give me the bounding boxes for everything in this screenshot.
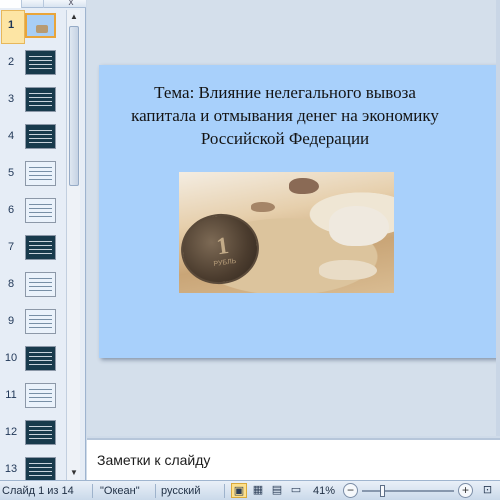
- reading-view-icon[interactable]: ▤: [269, 483, 285, 498]
- slide-thumbnail-number: 10: [4, 352, 18, 364]
- language-indicator[interactable]: русский: [161, 485, 200, 497]
- scrollbar-thumb[interactable]: [69, 26, 79, 186]
- zoom-slider-thumb[interactable]: [380, 485, 385, 497]
- slide-thumbnail-preview[interactable]: [25, 50, 56, 75]
- tab-outline[interactable]: [22, 0, 44, 8]
- tab-slides[interactable]: [0, 0, 22, 8]
- slide-thumbnails-pane: x 1 2 3 4 5 6 7 8 9 10 11 12 13 ▲ ▼: [0, 0, 86, 482]
- pebble: [289, 178, 319, 194]
- pebble: [329, 206, 389, 246]
- slide-thumbnail-preview[interactable]: [25, 272, 56, 297]
- slide-thumbnail-number: 2: [7, 56, 15, 68]
- mini-content: [29, 389, 52, 403]
- slide-thumbnail-number: 12: [4, 426, 18, 438]
- slide-thumbnail[interactable]: 1: [0, 10, 66, 44]
- slide-thumbnail[interactable]: 2: [0, 47, 66, 79]
- slide-title[interactable]: Тема: Влияние нелегального вывоза капита…: [127, 81, 443, 150]
- theme-name[interactable]: "Океан": [100, 485, 140, 497]
- thumbnail-scrollbar[interactable]: ▲ ▼: [66, 10, 80, 480]
- slide-thumbnail-number: 1: [7, 19, 15, 31]
- zoom-slider[interactable]: [362, 490, 454, 492]
- slide-thumbnail[interactable]: 7: [0, 232, 66, 264]
- status-divider: [155, 484, 156, 498]
- slide-area-scrollbar[interactable]: [496, 0, 500, 436]
- mini-content: [29, 352, 52, 366]
- slide-thumbnail-preview[interactable]: [25, 87, 56, 112]
- mini-photo: [36, 25, 48, 33]
- slide-counter: Слайд 1 из 14: [2, 485, 74, 497]
- status-divider: [92, 484, 93, 498]
- slide-editing-area: Тема: Влияние нелегального вывоза капита…: [87, 0, 500, 436]
- slide-thumbnail[interactable]: 6: [0, 195, 66, 227]
- slide-thumbnail[interactable]: 9: [0, 306, 66, 338]
- slide-thumbnail-number: 3: [7, 93, 15, 105]
- slide-thumbnail[interactable]: 4: [0, 121, 66, 153]
- slide-thumbnail-number: 4: [7, 130, 15, 142]
- status-divider: [224, 484, 225, 498]
- ruble-coin: 1 РУБЛЬ: [179, 208, 264, 290]
- slide-thumbnail-number: 9: [7, 315, 15, 327]
- slide-thumbnail-preview[interactable]: [25, 235, 56, 260]
- slide-thumbnail-number: 7: [7, 241, 15, 253]
- mini-content: [29, 426, 52, 440]
- slide-thumbnail-number: 5: [7, 167, 15, 179]
- slide-thumbnail-preview[interactable]: [25, 457, 56, 482]
- current-slide[interactable]: Тема: Влияние нелегального вывоза капита…: [99, 65, 500, 358]
- slide-thumbnail-preview[interactable]: [25, 420, 56, 445]
- pebble: [251, 202, 275, 212]
- ruble-coin-on-sand-photo[interactable]: 1 РУБЛЬ: [179, 172, 394, 293]
- slide-thumbnail-preview[interactable]: [25, 309, 56, 334]
- mini-content: [29, 93, 52, 107]
- slide-thumbnail[interactable]: 8: [0, 269, 66, 301]
- fit-slide-to-window-icon[interactable]: ⊡: [479, 483, 496, 498]
- pane-tabs: x: [0, 0, 86, 8]
- slide-thumbnail[interactable]: 5: [0, 158, 66, 190]
- normal-view-icon[interactable]: ▣: [231, 483, 247, 498]
- scroll-down-arrow-icon[interactable]: ▼: [67, 466, 81, 480]
- scroll-up-arrow-icon[interactable]: ▲: [67, 10, 81, 24]
- mini-content: [29, 278, 52, 292]
- slideshow-view-icon[interactable]: ▭: [288, 483, 304, 498]
- notes-placeholder[interactable]: Заметки к слайду: [97, 452, 210, 468]
- slide-thumbnail-preview[interactable]: [25, 198, 56, 223]
- slide-thumbnail[interactable]: 11: [0, 380, 66, 412]
- slide-thumbnail[interactable]: 12: [0, 417, 66, 449]
- mini-content: [29, 315, 52, 329]
- mini-content: [29, 204, 52, 218]
- notes-pane[interactable]: Заметки к слайду: [87, 438, 500, 480]
- slide-thumbnail-number: 13: [4, 463, 18, 475]
- slide-thumbnail-preview[interactable]: [25, 124, 56, 149]
- mini-content: [29, 463, 52, 477]
- slide-sorter-view-icon[interactable]: ▦: [250, 483, 266, 498]
- pebble: [319, 260, 377, 280]
- zoom-out-icon[interactable]: −: [343, 483, 358, 498]
- mini-content: [29, 56, 52, 70]
- slide-thumbnail-preview[interactable]: [25, 161, 56, 186]
- slide-thumbnail[interactable]: 10: [0, 343, 66, 375]
- close-pane-icon[interactable]: x: [64, 0, 78, 8]
- slide-thumbnail-number: 11: [5, 389, 17, 401]
- mini-content: [29, 241, 52, 255]
- zoom-level[interactable]: 41%: [313, 485, 335, 497]
- slide-thumbnail-preview[interactable]: [25, 346, 56, 371]
- zoom-in-icon[interactable]: +: [458, 483, 473, 498]
- mini-content: [29, 130, 52, 144]
- slide-thumbnail-number: 8: [7, 278, 15, 290]
- slide-thumbnail-preview[interactable]: [25, 383, 56, 408]
- slide-thumbnail-number: 6: [7, 204, 15, 216]
- slide-thumbnail-preview[interactable]: [25, 13, 56, 38]
- status-bar: Слайд 1 из 14 "Океан" русский ▣ ▦ ▤ ▭ 41…: [0, 480, 500, 500]
- mini-content: [29, 167, 52, 181]
- slide-thumbnail[interactable]: 3: [0, 84, 66, 116]
- thumbnail-list: 1 2 3 4 5 6 7 8 9 10 11 12 13: [0, 10, 66, 482]
